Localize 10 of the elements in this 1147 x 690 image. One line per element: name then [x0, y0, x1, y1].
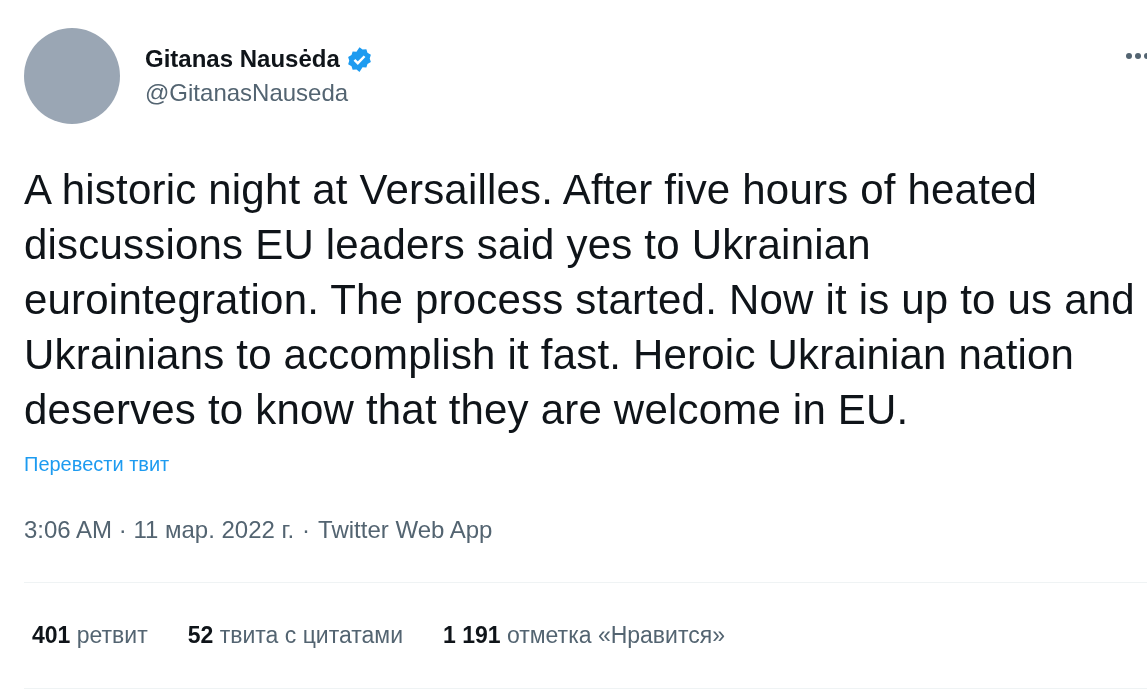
tweet-text: A historic night at Versailles. After five hours of heated discussions EU leaders said yes to Ukrainian eurointegration. The process started. Now it is up to us and Ukrainians to accomplish it fast. Heroic Ukrainian nation deserves to know that they are welcome in EU.	[24, 165, 1136, 435]
tweet-timestamp[interactable]: 3:06 AM · 11 мар. 2022 г.	[24, 516, 295, 544]
author-name[interactable]: Gitanas Nausėda	[145, 45, 340, 73]
tweet-source[interactable]: Twitter Web App	[318, 516, 493, 544]
engagement-stat[interactable]: 52 твита с цитатами	[187, 622, 403, 649]
more-options-icon[interactable]	[1125, 52, 1147, 60]
author-handle[interactable]: @GitanasNauseda	[145, 79, 373, 107]
engagement-stat[interactable]: 401 ретвит	[32, 622, 148, 649]
separator-dot: ·	[302, 516, 311, 544]
engagement-stat[interactable]: 1 191 отметка «Нравится»	[443, 622, 725, 649]
